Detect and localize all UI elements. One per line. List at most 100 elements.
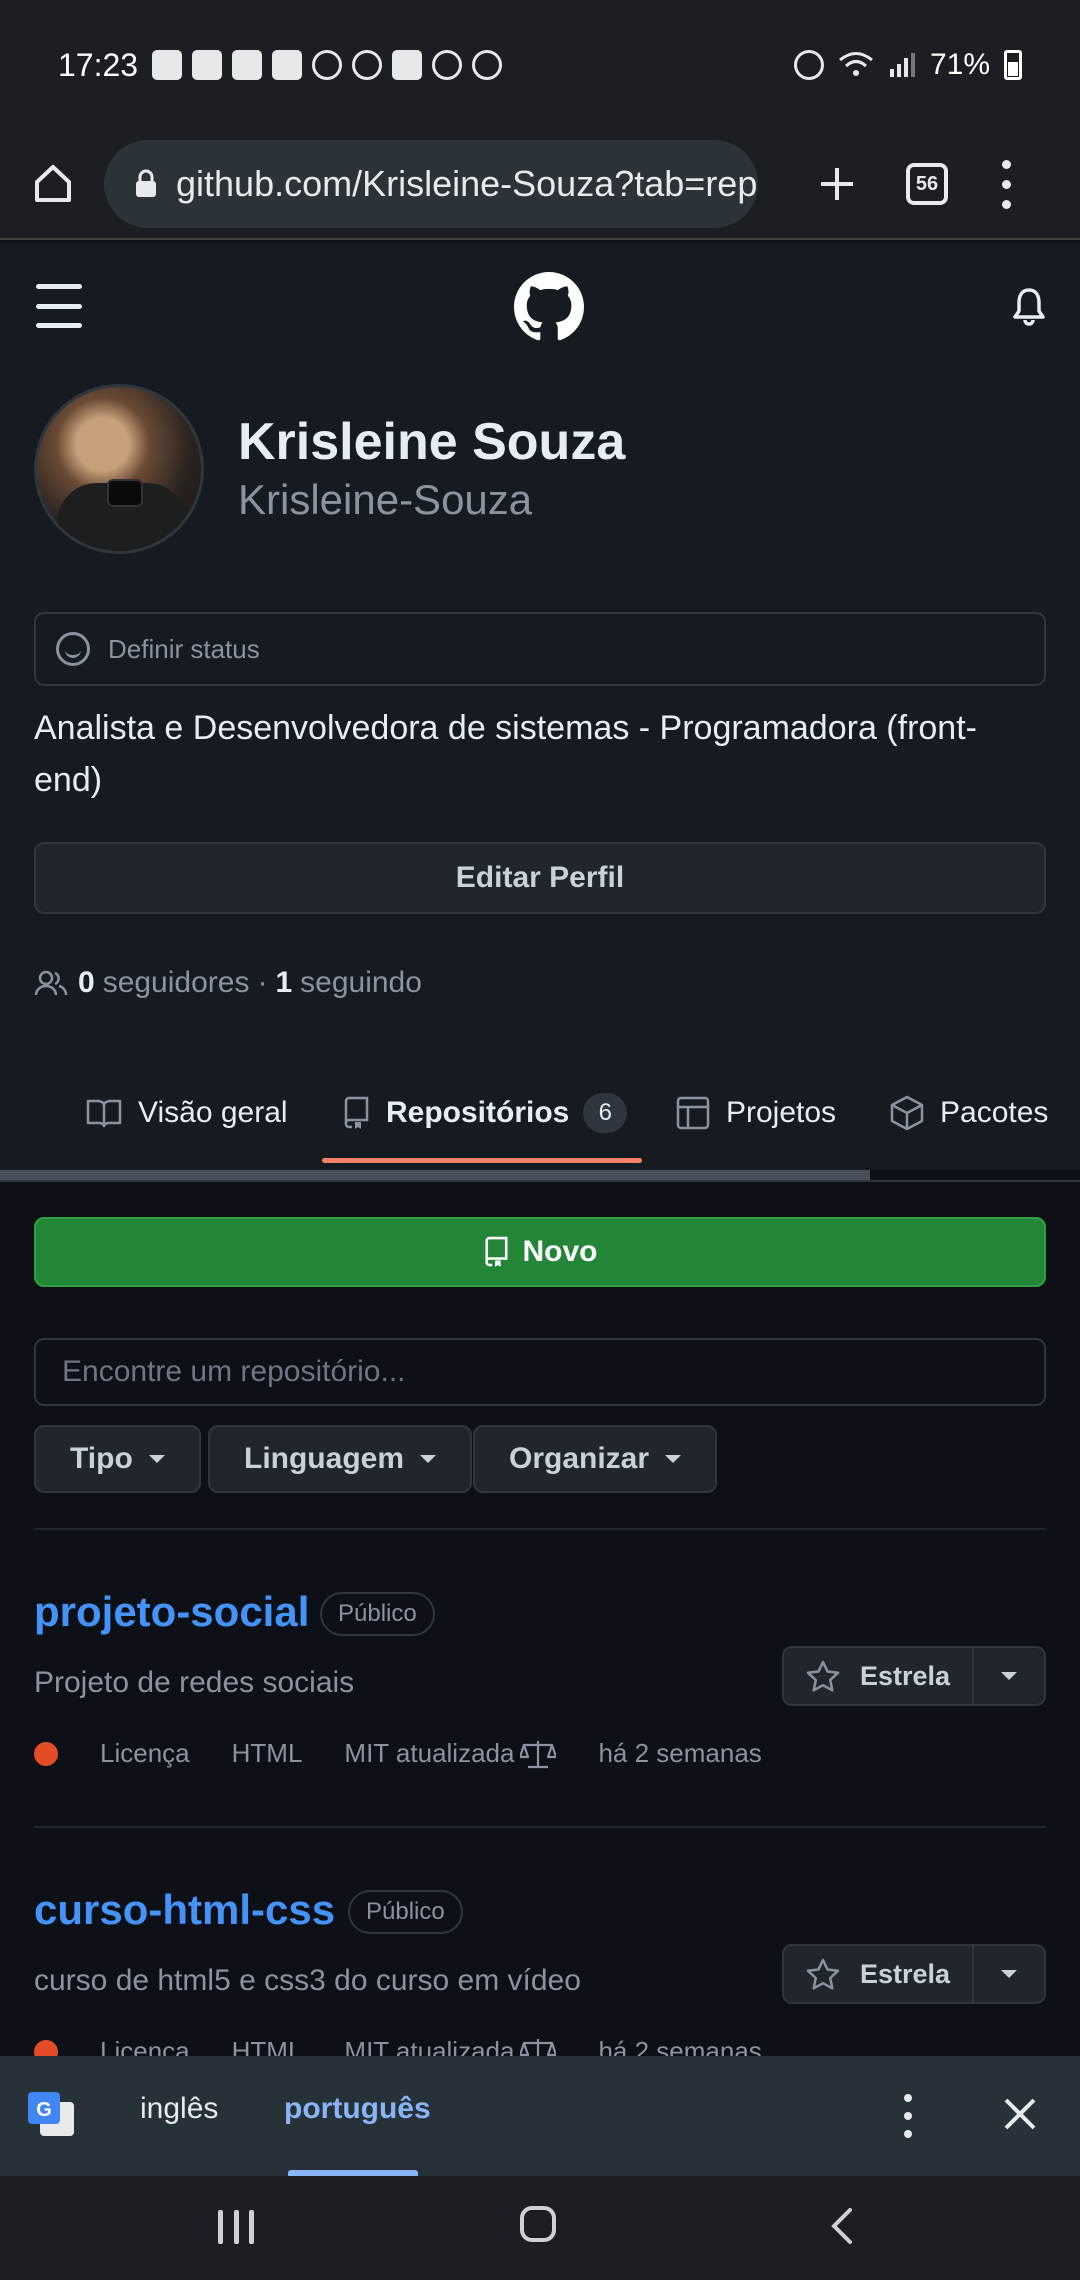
set-status-button[interactable]: Definir status: [34, 612, 1046, 686]
repository-search-input[interactable]: [34, 1338, 1046, 1406]
list-divider: [34, 1528, 1046, 1530]
star-lists-dropdown[interactable]: [974, 1946, 1044, 2002]
tab-overview-label: Visão geral: [138, 1096, 288, 1129]
tab-packages-label: Pacotes: [940, 1096, 1049, 1129]
repository-name-link[interactable]: curso-html-css: [34, 1886, 335, 1934]
license-updated: MIT atualizada: [344, 1738, 515, 1768]
battery-percent: 71%: [929, 48, 990, 81]
profile-name: Krisleine Souza: [238, 413, 626, 471]
repo-icon: [344, 1096, 369, 1129]
fingerprint-icon: [352, 50, 383, 80]
url-text: github.com/Krisleine-Souza?tab=rep: [176, 163, 758, 204]
profile-bio: Analista e Desenvolvedora de sistemas - …: [34, 709, 977, 799]
github-logo-icon[interactable]: [514, 272, 584, 342]
new-tab-button[interactable]: [806, 153, 868, 215]
caret-down-icon: [420, 1455, 437, 1463]
notification-bell-icon[interactable]: [1010, 286, 1048, 326]
google-translate-icon: G: [28, 2092, 74, 2136]
tab-repositories-label: Repositórios: [386, 1096, 570, 1129]
lock-icon: [136, 169, 156, 197]
profile-login: Krisleine-Souza: [238, 476, 533, 523]
tab-packages[interactable]: Pacotes: [890, 1085, 1048, 1141]
browser-toolbar: github.com/Krisleine-Souza?tab=rep 56: [0, 130, 1080, 240]
law-scale-icon: [520, 1740, 557, 1768]
instagram-icon: [312, 50, 343, 80]
avatar[interactable]: [34, 384, 204, 554]
amazon-icon: [192, 50, 223, 80]
alarm-icon: [793, 50, 824, 80]
plus-icon: [821, 168, 853, 200]
facebook-icon: [152, 50, 183, 80]
star-button-group: Estrela: [782, 1646, 1046, 1706]
battery-icon: [1004, 50, 1022, 80]
updated-time: há 2 semanas: [598, 1738, 762, 1768]
tabs-border: [0, 1180, 1080, 1182]
following-label[interactable]: seguindo: [300, 966, 422, 1000]
system-navigation-bar: [0, 2176, 1080, 2280]
caret-down-icon: [1001, 1970, 1017, 1978]
following-count[interactable]: 1: [275, 966, 292, 1000]
star-icon: [806, 1958, 840, 1990]
source-language-tab[interactable]: inglês: [140, 2092, 218, 2126]
gallery-icon: [392, 50, 423, 80]
home-icon: [35, 165, 71, 202]
filter-sort-dropdown[interactable]: Organizar: [473, 1425, 718, 1493]
caret-down-icon: [1001, 1672, 1017, 1680]
followers-count[interactable]: 0: [78, 966, 95, 1000]
tab-repositories[interactable]: Repositórios 6: [342, 1085, 628, 1141]
tab-switcher-button[interactable]: 56: [906, 163, 948, 205]
followers-label[interactable]: seguidores: [103, 966, 250, 1000]
browser-menu-button[interactable]: [996, 154, 1016, 214]
filter-language-dropdown[interactable]: Linguagem: [208, 1425, 473, 1493]
repository-description: curso de html5 e css3 do curso em vídeo: [34, 1964, 581, 1997]
signal-icon: [889, 53, 915, 77]
new-repository-button[interactable]: Novo: [34, 1217, 1046, 1287]
active-tab-underline: [322, 1158, 642, 1163]
recent-apps-button[interactable]: [218, 2210, 254, 2244]
repository-meta: Licença HTML MIT atualizada há 2 semanas: [34, 1738, 804, 1769]
system-status: 71%: [793, 48, 1022, 82]
tabs-scrollbar[interactable]: [0, 1170, 870, 1180]
filter-sort-label: Organizar: [509, 1442, 650, 1475]
close-icon[interactable]: [1000, 2094, 1040, 2134]
facebook-icon: [272, 50, 303, 80]
home-button[interactable]: [18, 149, 88, 219]
tab-projects-label: Projetos: [726, 1096, 837, 1129]
notification-icons: [152, 50, 503, 80]
tab-overview[interactable]: Visão geral: [86, 1085, 288, 1141]
repository-item: projeto-social Público Projeto de redes …: [34, 1588, 1046, 1828]
address-bar[interactable]: github.com/Krisleine-Souza?tab=rep: [104, 140, 758, 228]
tab-projects[interactable]: Projetos: [676, 1085, 836, 1141]
github-header: [0, 242, 1080, 372]
fingerprint-icon: [432, 50, 463, 80]
smiley-icon: [56, 632, 90, 666]
star-button[interactable]: Estrela: [784, 1946, 974, 2002]
new-button-label: Novo: [522, 1235, 598, 1268]
table-icon: [676, 1096, 710, 1130]
repo-counter-badge: 6: [583, 1093, 628, 1133]
target-language-tab[interactable]: português: [284, 2092, 431, 2126]
repository-name-link[interactable]: projeto-social: [34, 1588, 309, 1636]
edit-profile-button[interactable]: Editar Perfil: [34, 842, 1046, 914]
filter-language-label: Linguagem: [244, 1442, 405, 1475]
follow-separator: ·: [257, 966, 268, 999]
license-label: Licença: [100, 1738, 190, 1768]
repo-icon: [484, 1236, 508, 1267]
book-icon: [86, 1099, 122, 1128]
package-icon: [890, 1095, 924, 1131]
language-color-dot: [34, 1741, 58, 1766]
back-button[interactable]: [826, 2206, 856, 2246]
caret-down-icon: [665, 1455, 682, 1463]
star-lists-dropdown[interactable]: [974, 1648, 1044, 1704]
filter-type-dropdown[interactable]: Tipo: [34, 1425, 201, 1493]
star-label: Estrela: [859, 1958, 951, 1989]
translate-bar: G inglês português: [0, 2056, 1080, 2176]
star-button[interactable]: Estrela: [784, 1648, 974, 1704]
svg-text:G: G: [36, 2099, 52, 2121]
home-nav-button[interactable]: [520, 2206, 556, 2242]
translate-options-button[interactable]: [898, 2094, 918, 2138]
hamburger-menu-icon[interactable]: [36, 284, 82, 328]
status-time: 17:23: [58, 46, 139, 83]
filter-type-label: Tipo: [70, 1442, 133, 1475]
people-icon: [34, 970, 68, 996]
